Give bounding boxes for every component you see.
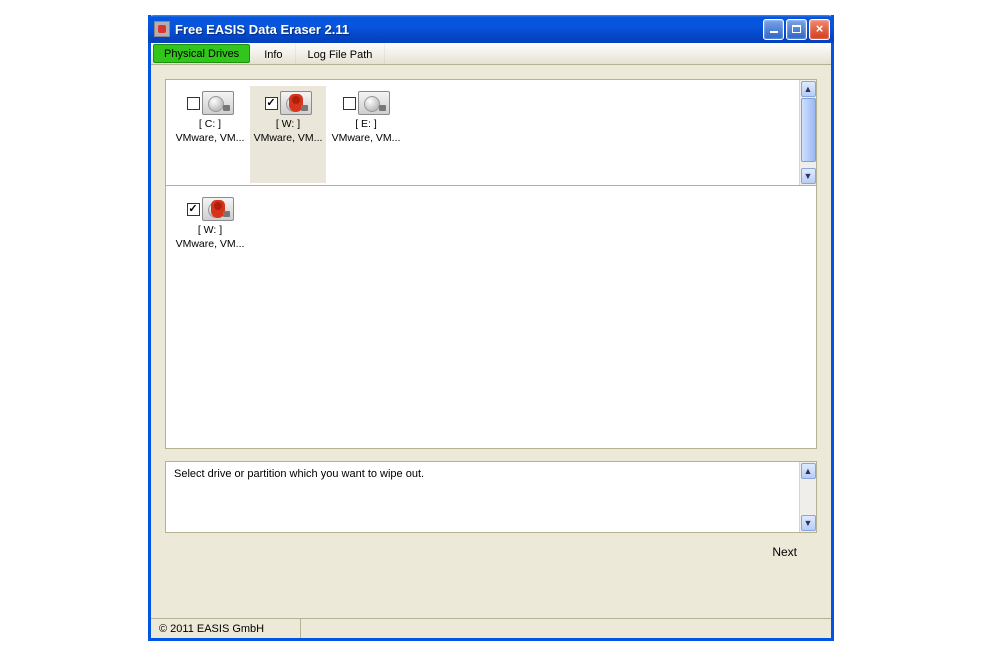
minimize-button[interactable] — [763, 19, 784, 40]
scroll-down-button[interactable]: ▼ — [801, 168, 816, 184]
message-panel: Select drive or partition which you want… — [165, 461, 817, 533]
drive-checkbox[interactable] — [187, 97, 200, 110]
hdd-icon — [202, 91, 234, 115]
selected-drives-list: ✓ [ W: ] VMware, VM... — [166, 186, 816, 448]
drive-desc: VMware, VM... — [328, 132, 404, 146]
drive-letter: [ E: ] — [328, 118, 404, 132]
close-button[interactable]: × — [809, 19, 830, 40]
drive-panel: [ C: ] VMware, VM... ✓ [ W: ] VMware, VM… — [165, 79, 817, 449]
drive-checkbox[interactable]: ✓ — [265, 97, 278, 110]
window-title: Free EASIS Data Eraser 2.11 — [175, 22, 763, 37]
drive-desc: VMware, VM... — [172, 238, 248, 252]
instruction-text: Select drive or partition which you want… — [174, 468, 424, 480]
app-icon — [154, 21, 170, 37]
title-bar[interactable]: Free EASIS Data Eraser 2.11 × — [148, 15, 834, 43]
scroll-down-button[interactable]: ▼ — [801, 515, 816, 531]
client-area: [ C: ] VMware, VM... ✓ [ W: ] VMware, VM… — [151, 65, 831, 618]
hdd-icon — [358, 91, 390, 115]
copyright-text: © 2011 EASIS GmbH — [151, 619, 301, 638]
status-bar: © 2011 EASIS GmbH — [151, 618, 831, 638]
scroll-thumb[interactable] — [801, 98, 816, 162]
scrollbar[interactable]: ▲ ▼ — [799, 80, 816, 185]
tab-bar: Physical Drives Info Log File Path — [151, 43, 831, 65]
maximize-button[interactable] — [786, 19, 807, 40]
drive-letter: [ C: ] — [172, 118, 248, 132]
scroll-up-button[interactable]: ▲ — [801, 81, 816, 97]
scrollbar[interactable]: ▲ ▼ — [799, 462, 816, 532]
drive-desc: VMware, VM... — [250, 132, 326, 146]
window-buttons: × — [763, 19, 830, 40]
tab-log-file-path[interactable]: Log File Path — [296, 43, 386, 64]
drive-item[interactable]: ✓ [ W: ] VMware, VM... — [250, 86, 326, 183]
drive-checkbox[interactable] — [343, 97, 356, 110]
app-window: Free EASIS Data Eraser 2.11 × Physical D… — [148, 15, 834, 641]
next-button[interactable]: Next — [772, 545, 797, 559]
hdd-icon — [280, 91, 312, 115]
drive-letter: [ W: ] — [250, 118, 326, 132]
scroll-up-button[interactable]: ▲ — [801, 463, 816, 479]
drive-letter: [ W: ] — [172, 224, 248, 238]
tab-physical-drives[interactable]: Physical Drives — [153, 44, 250, 63]
drive-item[interactable]: [ E: ] VMware, VM... — [328, 86, 404, 183]
all-drives-list: [ C: ] VMware, VM... ✓ [ W: ] VMware, VM… — [166, 80, 816, 185]
drive-item[interactable]: ✓ [ W: ] VMware, VM... — [172, 192, 248, 446]
drive-checkbox[interactable]: ✓ — [187, 203, 200, 216]
button-row: Next — [165, 533, 817, 559]
drive-item[interactable]: [ C: ] VMware, VM... — [172, 86, 248, 183]
hdd-icon — [202, 197, 234, 221]
tab-info[interactable]: Info — [252, 43, 295, 64]
drive-desc: VMware, VM... — [172, 132, 248, 146]
